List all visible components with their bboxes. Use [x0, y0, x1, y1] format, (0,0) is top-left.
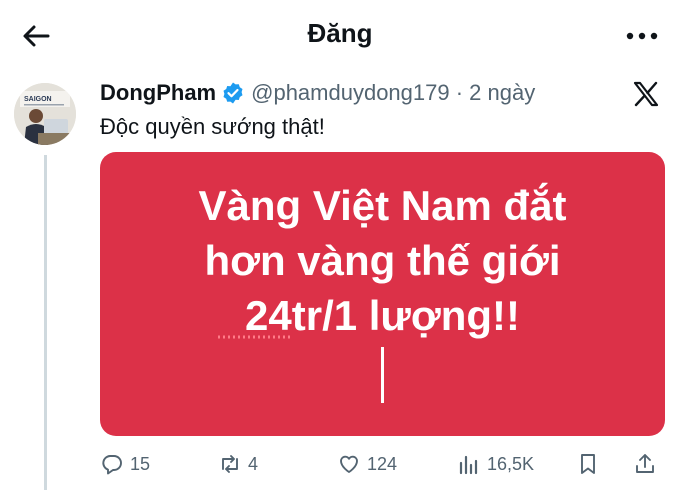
top-bar: Đăng	[0, 0, 680, 70]
verified-icon	[221, 81, 245, 105]
bookmark-button[interactable]	[576, 448, 606, 480]
repost-count: 4	[248, 453, 259, 474]
reply-button[interactable]: 15	[100, 448, 150, 480]
view-count: 16,5K	[487, 453, 535, 474]
repost-icon	[222, 455, 238, 473]
reply-count: 15	[130, 453, 151, 474]
like-button[interactable]: 124	[337, 448, 397, 480]
share-button[interactable]	[633, 448, 663, 480]
like-count: 124	[367, 453, 398, 474]
repost-button[interactable]: 4	[218, 448, 258, 480]
action-bar: 15 4 124 16,5K	[100, 448, 665, 480]
bookmark-icon	[581, 454, 595, 474]
card-line-1: Vàng Việt Nam đắt	[198, 182, 567, 229]
x-logo-icon	[632, 80, 660, 108]
thread-line	[44, 155, 47, 490]
tweet-header: DongPham @phamduydong179 · 2 ngày	[100, 76, 535, 110]
svg-text:SAIGON: SAIGON	[24, 96, 52, 103]
views-icon	[459, 455, 478, 475]
tweet-text: Độc quyền sướng thật!	[100, 114, 325, 139]
views-button[interactable]: 16,5K	[457, 448, 534, 480]
like-icon	[340, 455, 358, 473]
reply-icon	[102, 455, 122, 475]
page-title: Đăng	[307, 18, 373, 48]
more-icon[interactable]	[622, 18, 662, 54]
spellcheck-underline	[218, 335, 292, 339]
card-line-3: 24tr/1 lượng!!	[245, 292, 520, 339]
tweet-image-card[interactable]: Vàng Việt Nam đắt hơn vàng thế giới 24tr…	[100, 152, 665, 436]
share-icon	[636, 454, 654, 473]
text-cursor	[381, 347, 384, 403]
avatar[interactable]: SAIGON	[14, 83, 76, 145]
author-name[interactable]: DongPham	[100, 80, 216, 106]
card-line-2: hơn vàng thế giới	[204, 237, 561, 284]
card-text: Vàng Việt Nam đắt hơn vàng thế giới 24tr…	[100, 178, 665, 343]
handle-and-time[interactable]: @phamduydong179 · 2 ngày	[251, 80, 535, 106]
